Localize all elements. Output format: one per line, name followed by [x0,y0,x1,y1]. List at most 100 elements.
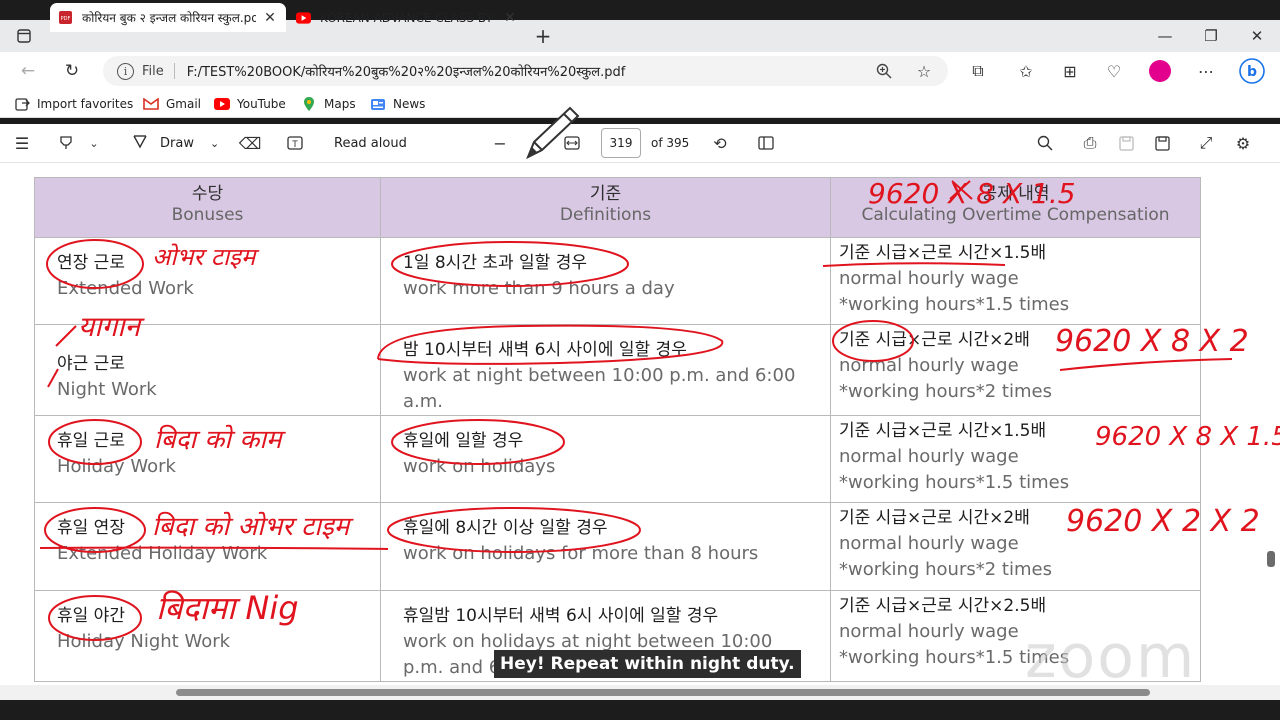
bonus-en: Holiday Night Work [57,631,231,652]
fullscreen-icon[interactable]: ⤢ [1192,129,1220,157]
close-tab-icon[interactable]: ✕ [502,10,518,26]
calculation-en: normal hourly wage [839,446,1019,467]
header-en: Calculating Overtime Compensation [861,205,1170,225]
definition-ko: 1일 8시간 초과 일할 경우 [403,253,588,273]
address-bar[interactable]: i File F:/TEST%20BOOK/कोरियन%20बुक%20२%2… [103,56,948,86]
read-aloud-button[interactable]: Read aloud [334,131,407,155]
favorite-label: Gmail [166,97,202,111]
table-row: 야근 근로 Night Work 밤 10시부터 새벽 6시 사이에 일할 경우… [34,324,1201,416]
save-icon[interactable] [1112,129,1140,157]
minimize-icon[interactable]: — [1142,20,1188,52]
favorite-star-icon[interactable]: ☆ [910,57,938,85]
bonus-en: Extended Holiday Work [57,543,268,564]
calculation-ko: 기준 시급×근로 시간×2.5배 [839,596,1047,616]
pdf-icon: PDF [58,10,73,25]
favorites-icon[interactable]: ✩ [1012,57,1040,85]
avatar [1149,60,1171,82]
close-tab-icon[interactable]: ✕ [262,10,278,26]
bonus-cell: 휴일 연장 Extended Holiday Work [34,502,381,591]
close-window-icon[interactable]: ✕ [1234,20,1280,52]
definition-en: work on holidays [403,456,556,477]
horizontal-scroll-thumb[interactable] [176,689,1150,696]
definition-ko: 휴일밤 10시부터 새벽 6시 사이에 일할 경우 [403,606,719,626]
chevron-down-icon[interactable]: ⌄ [80,129,108,157]
highlight-icon[interactable] [52,129,80,157]
scheme-label: File [142,63,164,79]
url-text[interactable]: F:/TEST%20BOOK/कोरियन%20बुक%20२%20इन्जल%… [187,62,626,80]
info-icon[interactable]: i [117,62,134,80]
favorite-gmail[interactable]: Gmail [143,95,201,113]
refresh-icon[interactable]: ↻ [58,57,86,85]
calculation-en: normal hourly wage [839,355,1019,376]
table-header-row: 수당 Bonuses 기준 Definitions 공제 내역 Calculat… [34,177,1201,238]
calculation-en: normal hourly wage [839,268,1019,289]
header-en: Bonuses [171,205,244,225]
definition-ko: 휴일에 8시간 이상 일할 경우 [403,518,608,538]
favorite-youtube[interactable]: YouTube [214,95,286,113]
favorite-maps[interactable]: Maps [301,95,356,113]
definition-cell: 1일 8시간 초과 일할 경우 work more than 9 hours a… [380,237,831,325]
table-row: 연장 근로 Extended Work 1일 8시간 초과 일할 경우 work… [34,237,1201,325]
zoom-icon[interactable] [870,57,898,85]
chevron-down-icon[interactable]: ⌄ [210,137,219,150]
profile-avatar[interactable] [1146,57,1174,85]
import-icon [14,96,30,112]
eraser-icon[interactable]: ⌫ [236,129,264,157]
search-icon[interactable] [1031,129,1059,157]
header-en: Definitions [559,205,652,225]
copilot-icon[interactable]: b [1238,57,1266,85]
news-icon [370,96,386,112]
definition-ko: 밤 10시부터 새벽 6시 사이에 일할 경우 [403,340,687,360]
definition-en: work at night between 10:00 p.m. and 6:0… [403,365,796,412]
rotate-icon[interactable]: ⟲ [706,129,734,157]
print-icon[interactable]: ⎙ [1076,129,1104,157]
bonus-ko: 연장 근로 [57,253,125,273]
settings-gear-icon[interactable]: ⚙ [1229,129,1257,157]
youtube-icon [296,10,311,25]
extensions-icon[interactable]: ⧉ [964,57,992,85]
screen: PDF कोरियन बुक २ इन्जल कोरियन स्कुल.pdf … [0,0,1280,720]
contents-icon[interactable]: ☰ [8,129,36,157]
page-number-input[interactable]: 319 [601,128,641,158]
draw-icon [132,133,148,153]
pdf-page-view[interactable]: 수당 Bonuses 기준 Definitions 공제 내역 Calculat… [0,163,1280,685]
svg-text:T: T [291,140,298,150]
favorite-import[interactable]: Import favorites [14,95,133,113]
bonus-cell: 휴일 근로 Holiday Work [34,415,381,503]
tab-actions-icon[interactable] [10,22,38,50]
bonus-cell: 연장 근로 Extended Work [34,237,381,325]
tab-pdf[interactable]: PDF कोरियन बुक २ इन्जल कोरियन स्कुल.pdf … [50,3,286,32]
save-as-icon[interactable] [1148,129,1176,157]
collections-icon[interactable]: ⊞ [1056,57,1084,85]
table-row: 휴일 근로 Holiday Work 휴일에 일할 경우 work on hol… [34,415,1201,503]
page-view-icon[interactable] [752,129,780,157]
header-ko: 기준 [589,184,622,204]
definition-cell: 밤 10시부터 새벽 6시 사이에 일할 경우 work at night be… [380,324,831,416]
maps-icon [301,96,317,112]
calculation-ko: 기준 시급×근로 시간×2배 [839,330,1030,350]
header-ko: 공제 내역 [981,184,1050,204]
zoom-out-button[interactable]: − [486,129,514,157]
pen-cursor-icon [522,104,582,162]
definition-cell: 휴일에 8시간 이상 일할 경우 work on holidays for mo… [380,502,831,591]
zoom-watermark: zoom [1025,622,1197,692]
bonus-ko: 휴일 근로 [57,431,125,451]
tab-youtube[interactable]: KOREAN ADVANCE CLASS BY TO ✕ [288,3,526,32]
favorite-news[interactable]: News [370,95,425,113]
bonus-en: Night Work [57,379,157,400]
new-tab-button[interactable]: + [529,22,557,50]
header-ko: 수당 [191,184,224,204]
youtube-icon [214,96,230,112]
restore-icon[interactable]: ❐ [1188,20,1234,52]
vertical-scroll-thumb[interactable] [1267,551,1275,567]
performance-icon[interactable]: ♡ [1100,57,1128,85]
calculation-ko: 기준 시급×근로 시간×2배 [839,508,1030,528]
draw-button[interactable]: Draw ⌄ [132,131,219,155]
bonus-ko: 야근 근로 [57,354,125,374]
bonus-cell: 휴일 야간 Holiday Night Work [34,590,381,682]
back-icon[interactable]: ← [14,57,42,85]
gmail-icon [143,96,159,112]
text-box-icon[interactable]: T [281,129,309,157]
more-options-icon[interactable]: ⋯ [1192,57,1220,85]
page-total: of 395 [651,136,690,150]
